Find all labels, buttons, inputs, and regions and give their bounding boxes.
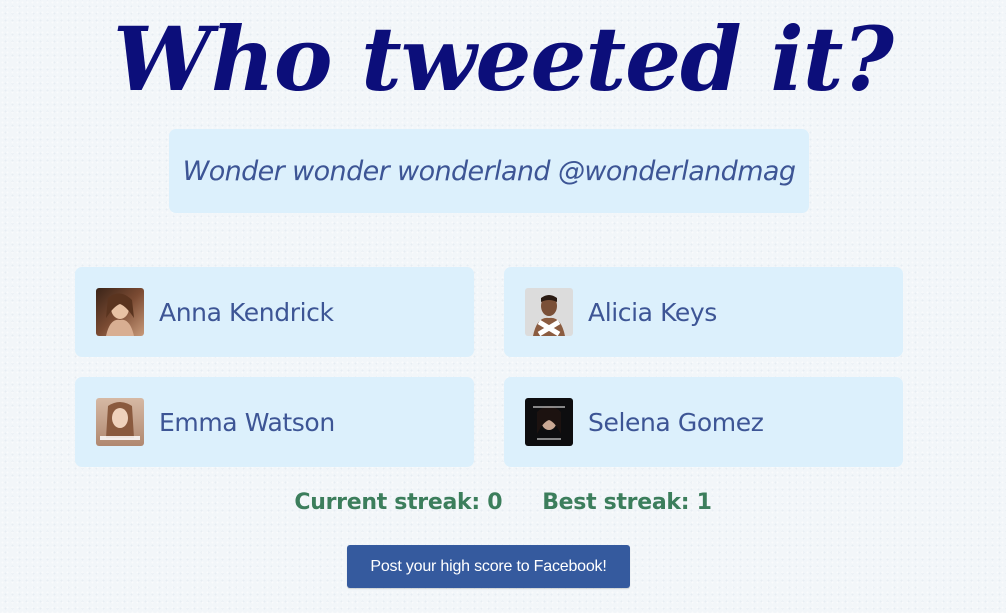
best-streak: Best streak: 1 <box>542 489 712 515</box>
tweet-text: Wonder wonder wonderland @wonderlandmag <box>182 155 796 187</box>
alicia-keys-avatar <box>525 288 573 336</box>
choice-alicia-keys[interactable]: Alicia Keys <box>504 267 903 357</box>
choice-selena-gomez[interactable]: Selena Gomez <box>504 377 903 467</box>
selena-gomez-avatar <box>525 398 573 446</box>
emma-watson-avatar <box>96 398 144 446</box>
tweet-box: Wonder wonder wonderland @wonderlandmag <box>169 129 809 213</box>
choice-name: Anna Kendrick <box>159 297 334 327</box>
page-title: Who tweeted it? <box>113 7 894 111</box>
post-to-facebook-button[interactable]: Post your high score to Facebook! <box>347 545 630 588</box>
choice-anna-kendrick[interactable]: Anna Kendrick <box>75 267 474 357</box>
choice-name: Emma Watson <box>159 407 335 437</box>
choice-name: Selena Gomez <box>588 407 764 437</box>
current-streak: Current streak: 0 <box>294 489 503 515</box>
choice-emma-watson[interactable]: Emma Watson <box>75 377 474 467</box>
anna-kendrick-avatar <box>96 288 144 336</box>
choice-name: Alicia Keys <box>588 297 717 327</box>
streaks: Current streak: 0 Best streak: 1 <box>0 484 1006 520</box>
